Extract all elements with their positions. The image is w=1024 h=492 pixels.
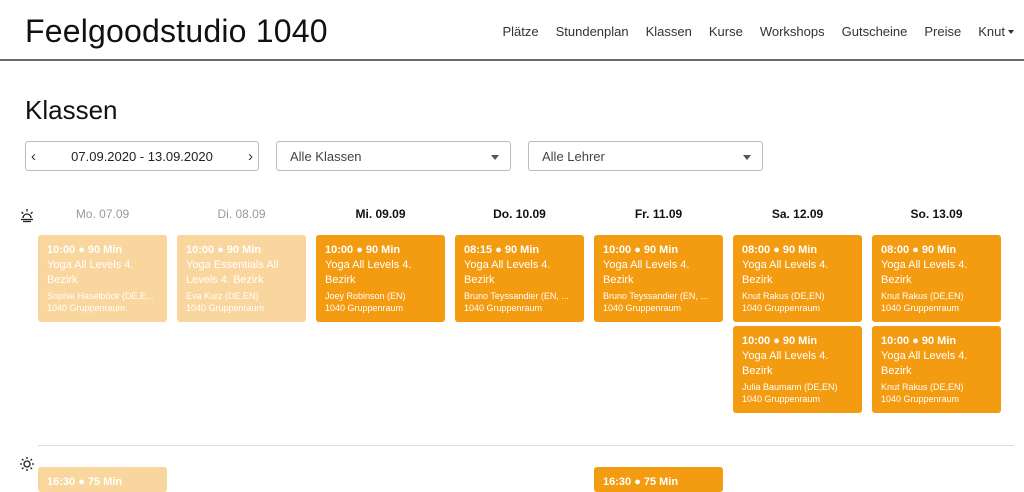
page-title: Klassen [25,95,118,125]
nav-preise[interactable]: Preise [924,24,961,39]
class-card[interactable]: 08:00 ● 90 Min Yoga All Levels 4. Bezirk… [733,235,862,322]
class-room: 1040 Gruppenraum [325,303,404,313]
class-select-value: Alle Klassen [290,149,362,164]
class-room: 1040 Gruppenraum [464,303,543,313]
class-teacher: Julia Baumann (DE,EN) [742,382,838,392]
nav-user-menu[interactable]: Knut [978,24,1014,39]
sunrise-icon [21,209,33,223]
class-room: 1040 Gruppenraum [742,394,821,404]
class-room: 1040 Gruppenraum [603,303,682,313]
class-time: 10:00 ● 90 Min [186,244,262,256]
class-name: Yoga All Levels 4. Bezirk [742,350,829,377]
class-time: 10:00 ● 90 Min [47,244,123,256]
class-card[interactable]: 10:00 ● 90 Min Yoga Essentials All Level… [177,235,306,322]
class-name: Yoga All Levels 4. Bezirk [464,259,551,286]
nav-plaetze[interactable]: Plätze [502,24,538,39]
class-name: Yoga All Levels 4. Bezirk [325,259,412,286]
class-select[interactable]: Alle Klassen [276,141,511,171]
class-time: 10:00 ● 90 Min [881,335,957,347]
class-teacher: Sophie Haselböck (DE,E... [47,291,154,301]
class-card[interactable]: 10:00 ● 90 Min Yoga All Levels 4. Bezirk… [872,326,1001,413]
class-card[interactable]: 08:15 ● 90 Min Yoga All Levels 4. Bezirk… [455,235,584,322]
day-header-wed: Mi. 09.09 [355,207,406,221]
class-teacher: Joey Robinson (EN) [325,291,406,301]
class-room: 1040 Gruppenraum [881,394,960,404]
class-name: Yoga All Levels 4. Bezirk [881,350,968,377]
day-header-tue: Di. 08.09 [217,207,266,221]
class-card[interactable]: 16:30 ● 75 Min [594,467,723,492]
class-teacher: Knut Rakus (DE,EN) [742,291,825,301]
class-name: Yoga All Levels 4. Bezirk [881,259,968,286]
user-name: Knut [978,24,1005,39]
class-card[interactable]: 08:00 ● 90 Min Yoga All Levels 4. Bezirk… [872,235,1001,322]
class-card[interactable]: 10:00 ● 90 Min Yoga All Levels 4. Bezirk… [733,326,862,413]
nav-klassen[interactable]: Klassen [646,24,692,39]
class-teacher: Knut Rakus (DE,EN) [881,291,964,301]
class-time: 10:00 ● 90 Min [603,244,679,256]
class-card[interactable]: 16:30 ● 75 Min [38,467,167,492]
class-room: 1040 Gruppenraum [186,303,265,313]
day-header-sun: So. 13.09 [910,207,963,221]
class-name: Yoga All Levels 4. Bezirk [742,259,829,286]
class-time: 16:30 ● 75 Min [603,476,679,488]
class-room: 1040 Gruppenraum [742,303,821,313]
nav-stundenplan[interactable]: Stundenplan [556,24,629,39]
class-time: 08:00 ● 90 Min [881,244,957,256]
class-teacher: Eva Kurz (DE,EN) [186,291,259,301]
date-range-picker: ‹ 07.09.2020 - 13.09.2020 › [25,141,259,171]
class-card[interactable]: 10:00 ● 90 Min Yoga All Levels 4. Bezirk… [594,235,723,322]
app-header: Feelgoodstudio 1040 Plätze Stundenplan K… [0,0,1024,61]
class-teacher: Bruno Teyssandier (EN, ... [603,291,708,301]
dropdown-caret-icon [491,155,499,160]
date-range-label[interactable]: 07.09.2020 - 13.09.2020 [26,149,258,164]
brand-title[interactable]: Feelgoodstudio 1040 [25,13,328,50]
sun-icon [20,457,34,471]
class-teacher: Knut Rakus (DE,EN) [881,382,964,392]
teacher-select[interactable]: Alle Lehrer [528,141,763,171]
class-name: Yoga Essentials All Levels 4. Bezirk [186,259,279,286]
class-teacher: Bruno Teyssandier (EN, ... [464,291,569,301]
class-time: 10:00 ● 90 Min [325,244,401,256]
chevron-down-icon [1008,30,1014,34]
day-header-mon: Mo. 07.09 [75,207,130,221]
chevron-right-icon[interactable]: › [248,148,253,165]
nav-gutscheine[interactable]: Gutscheine [842,24,908,39]
class-card[interactable]: 10:00 ● 90 Min Yoga All Levels 4. Bezirk… [38,235,167,322]
class-time: 10:00 ● 90 Min [742,335,818,347]
class-card[interactable]: 10:00 ● 90 Min Yoga All Levels 4. Bezirk… [316,235,445,322]
class-room: 1040 Gruppenraum [47,303,126,313]
class-name: Yoga All Levels 4. Bezirk [47,259,134,286]
class-name: Yoga All Levels 4. Bezirk [603,259,690,286]
day-header-thu: Do. 10.09 [493,207,546,221]
nav-workshops[interactable]: Workshops [760,24,825,39]
class-time: 08:00 ● 90 Min [742,244,818,256]
teacher-select-value: Alle Lehrer [542,149,605,164]
section-divider [38,445,1014,446]
nav-kurse[interactable]: Kurse [709,24,743,39]
class-room: 1040 Gruppenraum [881,303,960,313]
day-header-fri: Fr. 11.09 [634,207,683,221]
class-time: 08:15 ● 90 Min [464,244,540,256]
main-nav: Plätze Stundenplan Klassen Kurse Worksho… [485,24,1014,39]
dropdown-caret-icon [743,155,751,160]
class-time: 16:30 ● 75 Min [47,476,123,488]
day-header-sat: Sa. 12.09 [771,207,824,221]
